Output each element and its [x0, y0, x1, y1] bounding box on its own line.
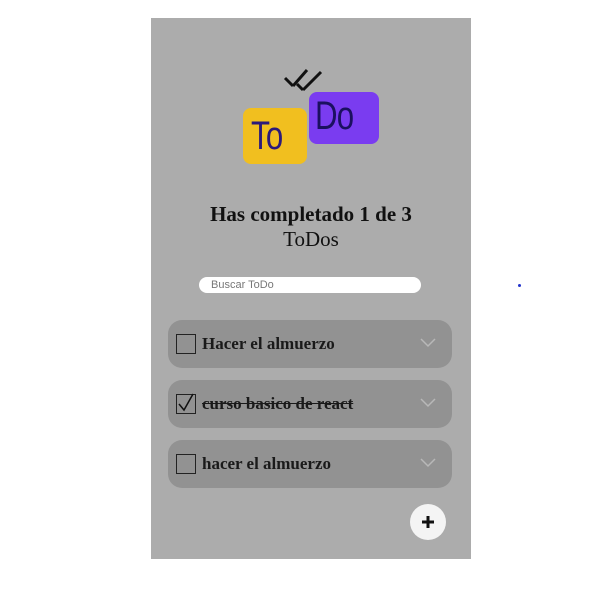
- todo-app-panel: Do To Has completado 1 de 3 ToDos Hacer …: [151, 18, 471, 559]
- plus-icon: [422, 516, 434, 528]
- chevron-down-icon[interactable]: [420, 398, 436, 408]
- logo-do-text: Do: [315, 94, 354, 138]
- todo-text: Hacer el almuerzo: [202, 334, 335, 353]
- todo-checkbox[interactable]: [176, 334, 196, 354]
- counter-line-1: Has completado 1 de 3: [210, 202, 412, 226]
- counter-line-2: ToDos: [283, 227, 339, 251]
- todo-text: hacer el almuerzo: [202, 454, 332, 473]
- todo-item[interactable]: Hacer el almuerzo: [168, 320, 452, 368]
- todo-item[interactable]: hacer el almuerzo: [168, 440, 452, 488]
- decorative-dot: [518, 284, 521, 287]
- chevron-down-icon[interactable]: [420, 458, 436, 468]
- todo-counter: Has completado 1 de 3 ToDos: [171, 202, 451, 252]
- checkmark-icon: [178, 393, 194, 412]
- todo-text: curso basico de react: [202, 394, 354, 413]
- chevron-down-icon[interactable]: [420, 338, 436, 348]
- search-input[interactable]: [199, 277, 421, 293]
- todo-item[interactable]: curso basico de react: [168, 380, 452, 428]
- todo-checkbox[interactable]: [176, 454, 196, 474]
- todo-checkbox[interactable]: [176, 393, 196, 414]
- add-todo-button[interactable]: [410, 504, 446, 540]
- logo-to-text: To: [251, 114, 283, 158]
- todo-logo: Do To: [241, 66, 381, 166]
